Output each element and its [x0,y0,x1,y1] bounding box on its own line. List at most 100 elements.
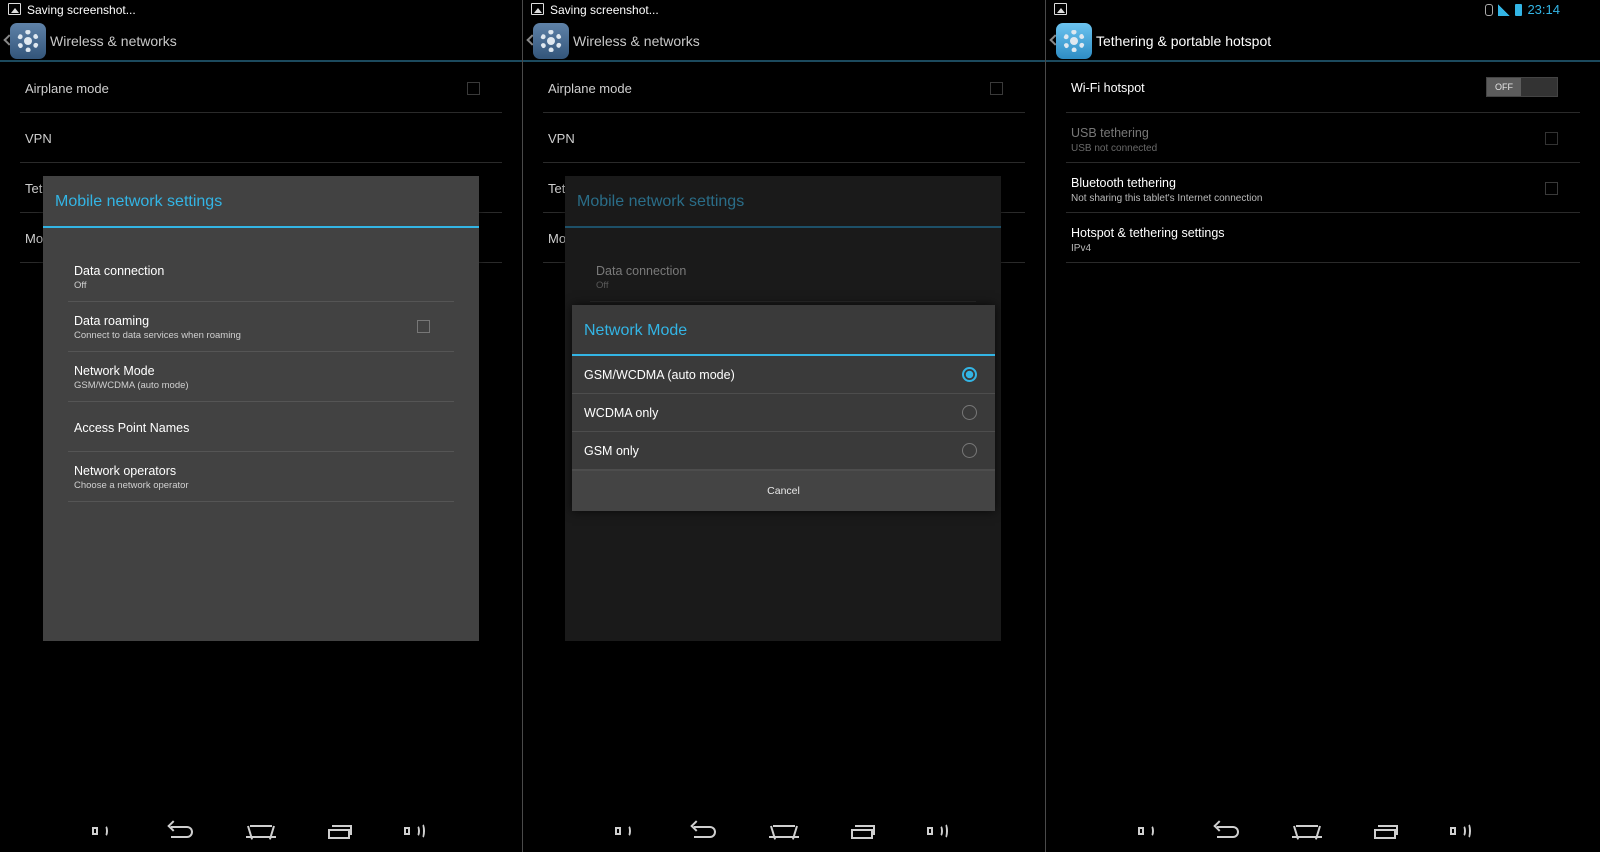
data-roaming-checkbox[interactable] [417,320,430,333]
item-label: Data connection [596,264,687,278]
list-item-label: VPN [25,131,52,146]
list-item-airplane-mode[interactable]: Airplane mode [20,63,502,113]
airplane-mode-checkbox[interactable] [990,82,1003,95]
volume-down-icon[interactable] [1134,822,1164,842]
volume-up-icon[interactable] [400,822,430,842]
back-icon[interactable] [690,820,720,842]
item-label: Network Mode [74,364,155,378]
dialog-divider [565,226,1001,228]
item-summary: Connect to data services when roaming [74,330,241,341]
status-notification-text: Saving screenshot... [27,3,136,17]
status-notification-text: Saving screenshot... [550,3,659,17]
list-item-label: Airplane mode [548,81,632,96]
status-bar: Saving screenshot... [0,0,522,19]
mobile-network-settings-dialog: Mobile network settings Data connection … [43,176,479,641]
volume-down-icon[interactable] [611,822,641,842]
recent-apps-icon[interactable] [325,822,355,842]
network-mode-item[interactable]: Network Mode GSM/WCDMA (auto mode) [68,352,454,402]
airplane-mode-checkbox[interactable] [467,82,480,95]
data-roaming-item[interactable]: Data roaming Connect to data services wh… [68,302,454,352]
recent-apps-icon[interactable] [848,822,878,842]
usb-tethering-checkbox [1545,132,1558,145]
back-icon[interactable] [1213,820,1243,842]
dialog-divider [43,226,479,228]
radio-unselected[interactable] [962,405,977,420]
option-label: GSM only [584,444,639,458]
list-item-usb-tethering: USB tethering USB not connected [1066,113,1580,163]
data-connection-item[interactable]: Data connection Off [68,252,454,302]
navigation-bar [1046,816,1600,852]
volume-up-icon[interactable] [1446,822,1476,842]
status-icons: 23:14 [1485,2,1560,17]
radio-selected[interactable] [962,367,977,382]
status-bar: 23:14 [1046,0,1600,19]
action-bar: Wireless & networks [0,20,522,62]
list-item-hotspot-settings[interactable]: Hotspot & tethering settings IPv4 [1066,213,1580,263]
signal-icon [1498,3,1511,16]
option-label: GSM/WCDMA (auto mode) [584,368,735,382]
list-item-vpn[interactable]: VPN [543,113,1025,163]
settings-gear-icon[interactable] [533,23,569,59]
item-summary: Off [74,280,87,291]
up-chevron-icon[interactable] [3,34,10,46]
option-gsm-only[interactable]: GSM only [572,432,995,470]
recent-apps-icon[interactable] [1371,822,1401,842]
dialog-title: Mobile network settings [577,193,745,210]
item-summary: Choose a network operator [74,480,189,491]
settings-list: Wi-Fi hotspot OFF USB tethering USB not … [1066,63,1580,263]
dialog-title: Network Mode [584,322,688,339]
screenshot-image-icon [531,3,544,15]
volume-up-icon[interactable] [923,822,953,842]
volume-down-icon[interactable] [88,822,118,842]
up-chevron-icon[interactable] [1049,34,1056,46]
page-title: Wireless & networks [573,33,700,49]
option-gsm-wcdma-auto[interactable]: GSM/WCDMA (auto mode) [572,356,995,394]
bluetooth-icon [1485,3,1494,16]
home-icon[interactable] [1292,822,1322,842]
navigation-bar [523,816,1045,852]
image-icon [1054,3,1067,15]
item-label: Data roaming [74,314,150,328]
status-bar: Saving screenshot... [523,0,1045,19]
list-item-summary: IPv4 [1071,243,1092,254]
item-label: Data connection [74,264,165,278]
list-item-airplane-mode[interactable]: Airplane mode [543,63,1025,113]
settings-gear-icon[interactable] [10,23,46,59]
item-summary: Off [596,280,609,291]
screen-wireless-networks-1: Saving screenshot... Wireless & networks… [0,0,522,852]
settings-gear-icon[interactable] [1056,23,1092,59]
list-item-label: Bluetooth tethering [1071,176,1176,190]
screenshot-image-icon [8,3,21,15]
list-item-vpn[interactable]: VPN [20,113,502,163]
list-item-summary: USB not connected [1071,143,1158,154]
cancel-button[interactable]: Cancel [572,470,995,511]
list-item-wifi-hotspot[interactable]: Wi-Fi hotspot OFF [1066,63,1580,113]
network-operators-item[interactable]: Network operators Choose a network opera… [68,452,454,502]
item-label: Network operators [74,464,177,478]
access-point-names-item[interactable]: Access Point Names [68,402,454,452]
screen-wireless-networks-2: Saving screenshot... Wireless & networks… [523,0,1045,852]
home-icon[interactable] [769,822,799,842]
item-label: Access Point Names [74,421,190,435]
dialog-list: Data connection Off Data roaming Connect… [68,252,454,502]
dialog-list: Data connection Off [590,252,976,302]
action-bar: Wireless & networks [523,20,1045,62]
bluetooth-tethering-checkbox[interactable] [1545,182,1558,195]
toggle-label: OFF [1487,78,1521,96]
item-summary: GSM/WCDMA (auto mode) [74,380,189,391]
home-icon[interactable] [246,822,276,842]
list-item-label: Airplane mode [25,81,109,96]
list-item-label: Mo [548,231,567,246]
wifi-hotspot-toggle[interactable]: OFF [1486,77,1558,97]
list-item-label: USB tethering [1071,126,1149,140]
network-mode-dialog: Network Mode GSM/WCDMA (auto mode) WCDMA… [572,305,995,511]
list-item-bluetooth-tethering[interactable]: Bluetooth tethering Not sharing this tab… [1066,163,1580,213]
radio-unselected[interactable] [962,443,977,458]
list-item-label: Tet [548,181,566,196]
list-item-label: Hotspot & tethering settings [1071,226,1225,240]
dialog-title: Mobile network settings [55,193,223,210]
option-wcdma-only[interactable]: WCDMA only [572,394,995,432]
up-chevron-icon[interactable] [526,34,533,46]
back-icon[interactable] [167,820,197,842]
list-item-summary: Not sharing this tablet's Internet conne… [1071,193,1263,204]
